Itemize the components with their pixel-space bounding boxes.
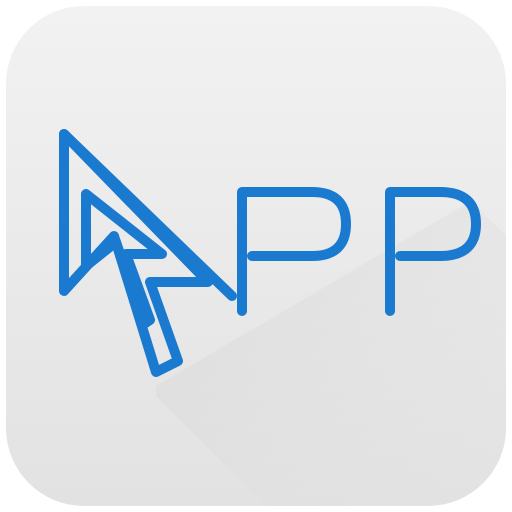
pp-letters — [237, 187, 481, 316]
cursor-arrow-icon — [59, 129, 237, 377]
app-icon: APP — [6, 6, 506, 506]
logo-graphic — [59, 129, 481, 377]
